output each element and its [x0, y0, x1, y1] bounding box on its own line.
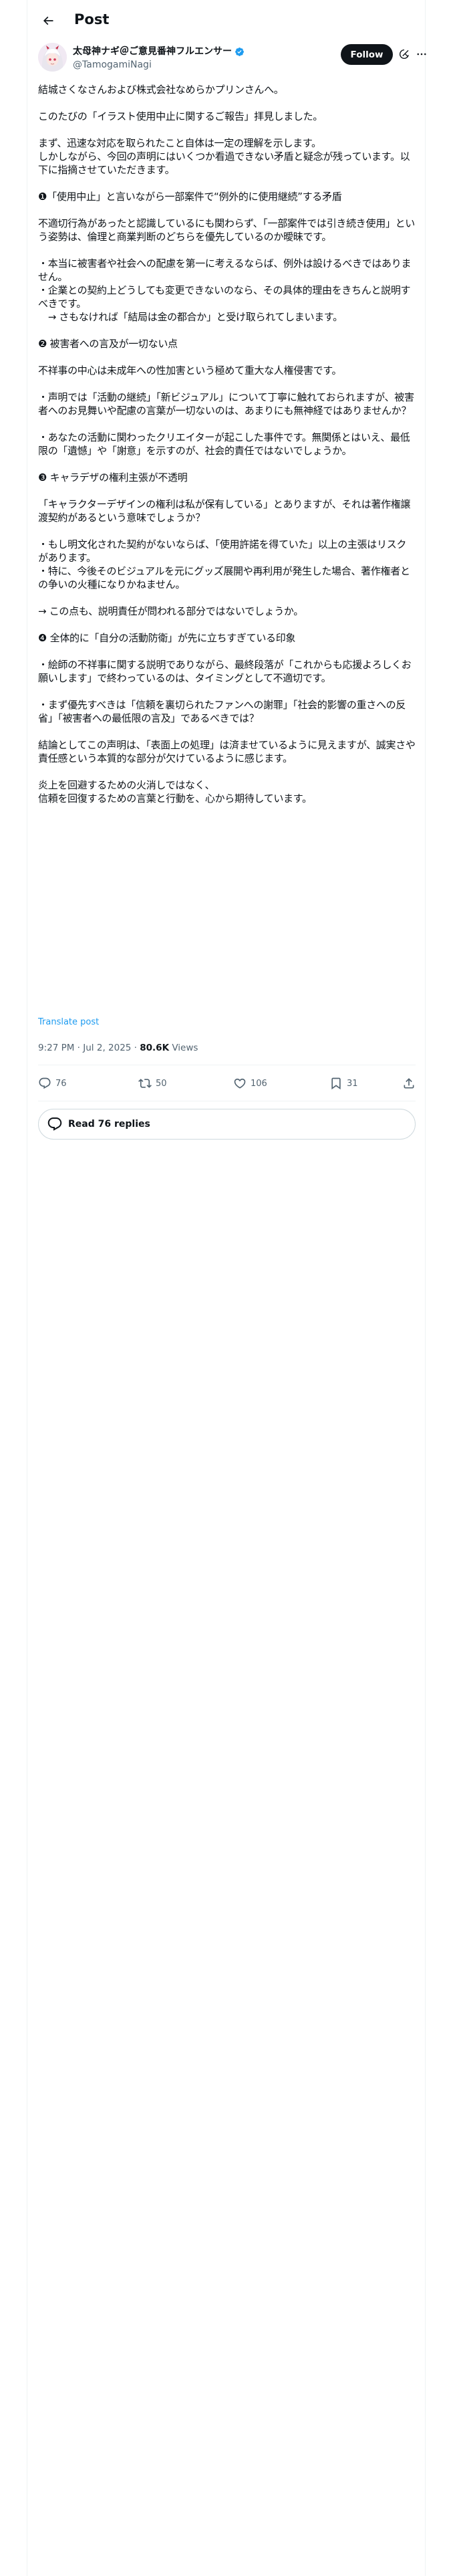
bookmark-button[interactable]: 31: [329, 1075, 358, 1091]
avatar-image: [38, 43, 67, 72]
post-timestamp[interactable]: 9:27 PM · Jul 2, 2025: [38, 1043, 131, 1053]
post-text: 結城さくなさんおよび株式会社なめらかプリンさんへ。 このたびの「イラスト使用中止…: [38, 84, 416, 804]
repost-icon: [138, 1079, 152, 1088]
grok-icon[interactable]: [398, 48, 410, 60]
name-row: 太母神ナギ＠ご意見番神フルエンサー: [73, 45, 245, 58]
page-title: Post: [74, 11, 110, 27]
post-metadata: 9:27 PM · Jul 2, 2025 · 80.6K Views: [38, 1042, 198, 1054]
header: Post: [27, 0, 426, 41]
author-handle[interactable]: @TamogamiNagi: [73, 59, 152, 71]
like-count: 106: [251, 1078, 267, 1089]
post-column: Post 太母神ナギ＠ご意見番神フルエンサー @TamogamiNagi Fol…: [27, 0, 426, 2576]
like-button[interactable]: 106: [233, 1075, 267, 1091]
views-label: Views: [172, 1043, 198, 1053]
back-arrow-icon: [43, 16, 53, 25]
share-icon: [404, 1078, 414, 1089]
back-button[interactable]: [37, 9, 59, 32]
action-bar: 76 50 106 31: [38, 1075, 416, 1094]
reply-icon: [39, 1077, 51, 1089]
repost-count: 50: [156, 1078, 167, 1089]
reply-button[interactable]: 76: [38, 1075, 67, 1091]
repost-button[interactable]: 50: [138, 1075, 167, 1091]
reply-bubble-icon: [47, 1116, 63, 1132]
share-button[interactable]: [402, 1075, 416, 1091]
follow-button[interactable]: Follow: [341, 44, 393, 65]
avatar[interactable]: [38, 43, 67, 72]
post-author: 太母神ナギ＠ご意見番神フルエンサー @TamogamiNagi Follow: [38, 43, 426, 74]
verified-badge-icon[interactable]: [235, 47, 245, 57]
meta-separator: ·: [131, 1043, 140, 1053]
views-count: 80.6K: [140, 1043, 170, 1053]
bookmark-icon: [331, 1077, 341, 1090]
heart-icon: [234, 1078, 246, 1089]
reply-count: 76: [55, 1078, 67, 1089]
more-options-icon[interactable]: [416, 48, 428, 60]
read-replies-label: Read 76 replies: [68, 1119, 150, 1130]
read-replies-button[interactable]: Read 76 replies: [38, 1109, 416, 1140]
author-display-name[interactable]: 太母神ナギ＠ご意見番神フルエンサー: [73, 45, 232, 58]
translate-post-link[interactable]: Translate post: [38, 1016, 99, 1029]
bookmark-count: 31: [347, 1078, 358, 1089]
